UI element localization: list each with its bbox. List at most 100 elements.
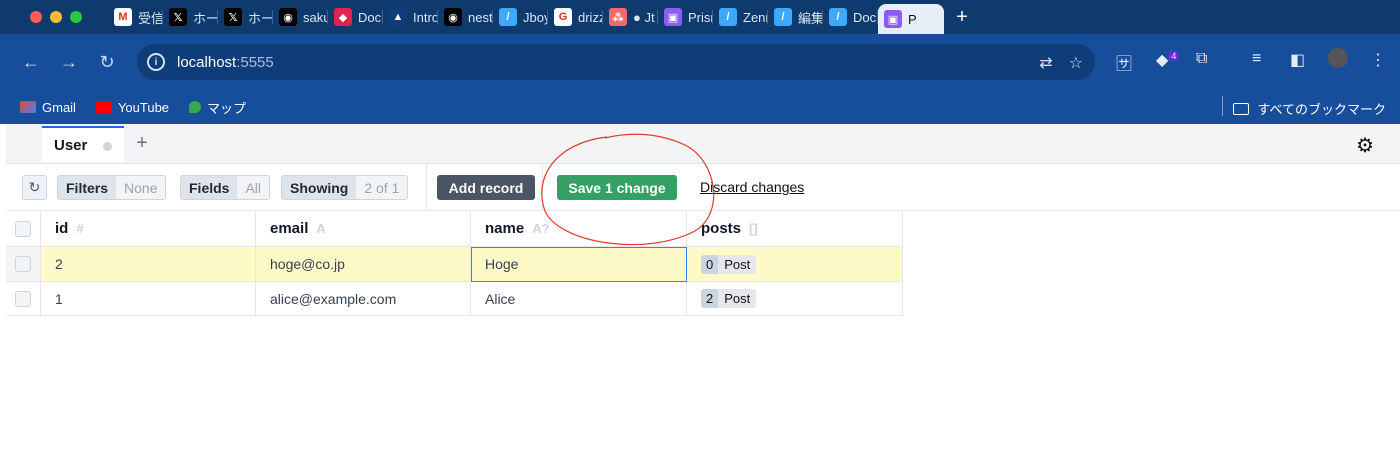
side-panel-icon[interactable]: ◧ xyxy=(1290,50,1305,70)
column-header-name[interactable]: name A? xyxy=(471,211,687,247)
browser-tab[interactable]: ▣ P xyxy=(878,4,944,34)
prisma-studio-icon: ▣ xyxy=(884,10,902,28)
cell-name[interactable]: Hoge xyxy=(471,247,687,282)
showing-button[interactable]: Showing 2 of 1 xyxy=(281,175,409,200)
cell-email[interactable]: alice@example.com xyxy=(256,282,471,316)
add-tab-button[interactable]: + xyxy=(132,132,152,155)
refresh-button[interactable]: ↻ xyxy=(22,175,47,200)
cell-posts[interactable]: 0 Post xyxy=(687,247,903,282)
column-header-email[interactable]: email A xyxy=(256,211,471,247)
browser-tab[interactable]: / Docu xyxy=(823,4,878,30)
add-record-button[interactable]: Add record xyxy=(437,175,535,200)
all-bookmarks[interactable]: すべてのブックマーク xyxy=(1233,99,1386,118)
browser-tab[interactable]: ▲ Intro xyxy=(383,4,438,30)
extensions-puzzle-icon[interactable]: ⧉ xyxy=(1196,50,1207,68)
discard-changes-link[interactable]: Discard changes xyxy=(700,179,804,195)
bookmark-label: YouTube xyxy=(117,99,170,115)
cell-posts[interactable]: 2 Post xyxy=(687,282,903,316)
tab-user[interactable]: User xyxy=(42,126,124,162)
gear-icon[interactable]: ⚙ xyxy=(1356,133,1374,158)
browser-tab-title: drizz xyxy=(578,9,603,25)
zoom-window-button[interactable] xyxy=(70,11,82,23)
cell-id[interactable]: 1 xyxy=(41,282,256,316)
column-type: A xyxy=(316,221,326,236)
fields-label: Fields xyxy=(181,176,238,199)
unsaved-dot-icon[interactable] xyxy=(103,142,112,151)
extension-icon[interactable]: ◆ 4 xyxy=(1156,50,1180,70)
google-translate-extension-icon[interactable]: 🈂 xyxy=(1116,50,1132,74)
refresh-icon: ↻ xyxy=(28,179,41,195)
posts-relation-pill[interactable]: 2 Post xyxy=(701,289,757,308)
bookmark-gmail[interactable]: Gmail xyxy=(20,100,76,115)
forward-arrow-icon[interactable]: → xyxy=(50,52,88,73)
extension-badge: 4 xyxy=(1168,50,1180,61)
x-icon: 𝕏 xyxy=(224,8,242,26)
browser-tab-title: Jboy xyxy=(523,9,548,25)
all-bookmarks-label: すべてのブックマーク xyxy=(1257,102,1386,117)
x-icon: 𝕏 xyxy=(169,8,187,26)
browser-tab-title: Docu xyxy=(358,9,383,25)
header-select-cell xyxy=(6,211,41,247)
chrome-menu-icon[interactable]: ⋮ xyxy=(1370,50,1386,70)
column-name: email xyxy=(270,220,309,237)
github-icon: ◉ xyxy=(444,8,462,26)
folder-icon xyxy=(1233,102,1250,115)
posts-count: 2 xyxy=(701,289,719,308)
back-arrow-icon[interactable]: ← xyxy=(12,52,50,73)
browser-tab[interactable]: / Zenn xyxy=(713,4,768,30)
select-all-checkbox[interactable] xyxy=(15,220,31,237)
prisma-icon: ▲ xyxy=(389,8,407,26)
minimize-window-button[interactable] xyxy=(50,11,62,23)
address-bar[interactable]: i localhost:5555 ⇄ ☆ xyxy=(137,44,1095,80)
browser-tab[interactable]: ◉ nest xyxy=(438,4,493,30)
bookmark-star-icon[interactable]: ☆ xyxy=(1069,53,1083,73)
save-changes-button[interactable]: Save 1 change xyxy=(557,175,677,200)
cell-email[interactable]: hoge@co.jp xyxy=(256,247,471,282)
asana-icon: ⁂ xyxy=(609,8,627,26)
zenn-icon: / xyxy=(719,8,737,26)
cell-id[interactable]: 2 xyxy=(41,247,256,282)
browser-tab[interactable]: ▣ Prisn xyxy=(658,4,713,30)
browser-tab[interactable]: / 編集 xyxy=(768,4,823,30)
filters-button[interactable]: Filters None xyxy=(57,175,167,200)
profile-avatar[interactable] xyxy=(1328,48,1348,68)
filters-value: None xyxy=(116,176,166,199)
browser-tab[interactable]: Gdrizz xyxy=(548,4,603,30)
row-select-cell xyxy=(6,282,41,316)
new-tab-button[interactable]: + xyxy=(944,6,980,29)
close-window-button[interactable] xyxy=(30,11,42,23)
reload-icon[interactable]: ↻ xyxy=(88,52,126,73)
browser-tab[interactable]: 𝕏 ホーム xyxy=(163,4,218,30)
browser-tab[interactable]: M 受信 xyxy=(108,4,163,30)
cell-name[interactable]: Alice xyxy=(471,282,687,316)
browser-toolbar: ← → ↻ i localhost:5555 ⇄ ☆ 🈂 ◆ 4 ⧉ ≡ ◧ ⋮ xyxy=(0,34,1400,90)
browser-tab-title: Zenn xyxy=(743,9,768,25)
site-info-icon[interactable]: i xyxy=(147,53,165,71)
browser-tab[interactable]: ◆ Docu xyxy=(328,4,383,30)
posts-label: Post xyxy=(718,289,757,308)
browser-tab[interactable]: 𝕏 ホーム xyxy=(218,4,273,30)
posts-count: 0 xyxy=(701,254,719,274)
browser-tab-title: Intro xyxy=(413,9,438,25)
prisma-studio-icon: ▣ xyxy=(664,8,682,26)
bookmark-youtube[interactable]: YouTube xyxy=(95,99,170,115)
maps-icon xyxy=(189,101,202,113)
browser-tab-title: saku xyxy=(303,9,328,25)
fields-button[interactable]: Fields All xyxy=(180,175,271,200)
posts-relation-pill[interactable]: 0 Post xyxy=(701,254,757,274)
bookmark-maps[interactable]: マップ xyxy=(189,98,246,117)
header-row: id # email A name A? posts [] xyxy=(6,211,903,247)
row-checkbox[interactable] xyxy=(15,290,31,307)
column-header-posts[interactable]: posts [] xyxy=(687,211,903,247)
browser-tab[interactable]: / Jboy xyxy=(493,4,548,30)
browser-tab[interactable]: ◉ saku xyxy=(273,4,328,30)
browser-tab-title: P xyxy=(908,11,917,27)
translate-icon[interactable]: ⇄ xyxy=(1039,53,1052,73)
row-checkbox[interactable] xyxy=(15,256,31,272)
column-header-id[interactable]: id # xyxy=(41,211,256,247)
zenn-icon: / xyxy=(499,8,517,26)
browser-tab-title: ホーム xyxy=(248,10,273,26)
column-name: posts xyxy=(701,220,742,237)
media-control-icon[interactable]: ≡ xyxy=(1252,50,1261,68)
browser-tab[interactable]: ⁂ ● Jt xyxy=(603,4,658,30)
